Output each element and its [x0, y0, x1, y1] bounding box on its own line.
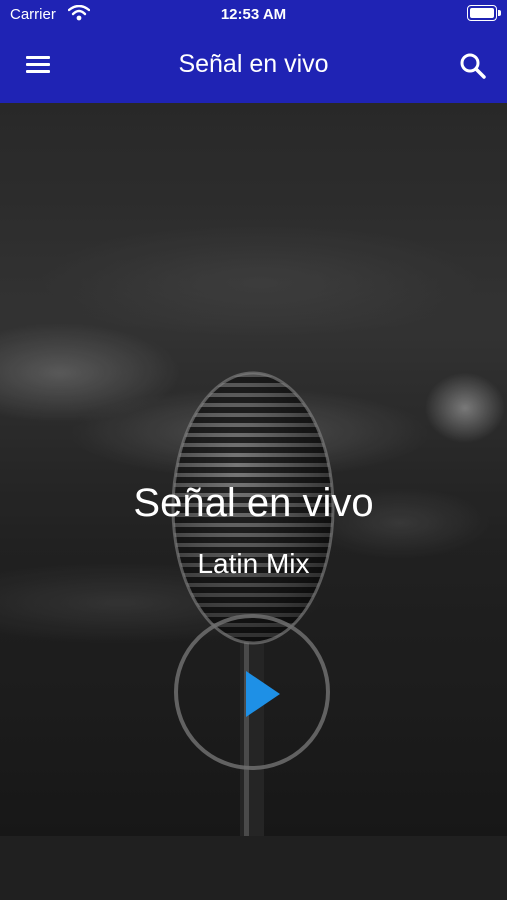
bottom-bar: [0, 836, 507, 900]
battery-icon: [467, 5, 501, 21]
station-subtitle: Latin Mix: [197, 548, 310, 579]
station-title: Señal en vivo: [133, 481, 374, 525]
play-icon: [246, 671, 280, 717]
search-button[interactable]: [457, 50, 489, 82]
page-title: Señal en vivo: [178, 50, 329, 78]
player-background: Señal en vivo Latin Mix: [0, 103, 507, 836]
search-icon: [460, 53, 486, 79]
app-header: Carrier 12:53 AM Señal en vivo: [0, 0, 507, 103]
status-time: 12:53 AM: [220, 6, 287, 23]
play-button[interactable]: [174, 614, 330, 770]
status-bar: Carrier 12:53 AM: [0, 0, 507, 32]
